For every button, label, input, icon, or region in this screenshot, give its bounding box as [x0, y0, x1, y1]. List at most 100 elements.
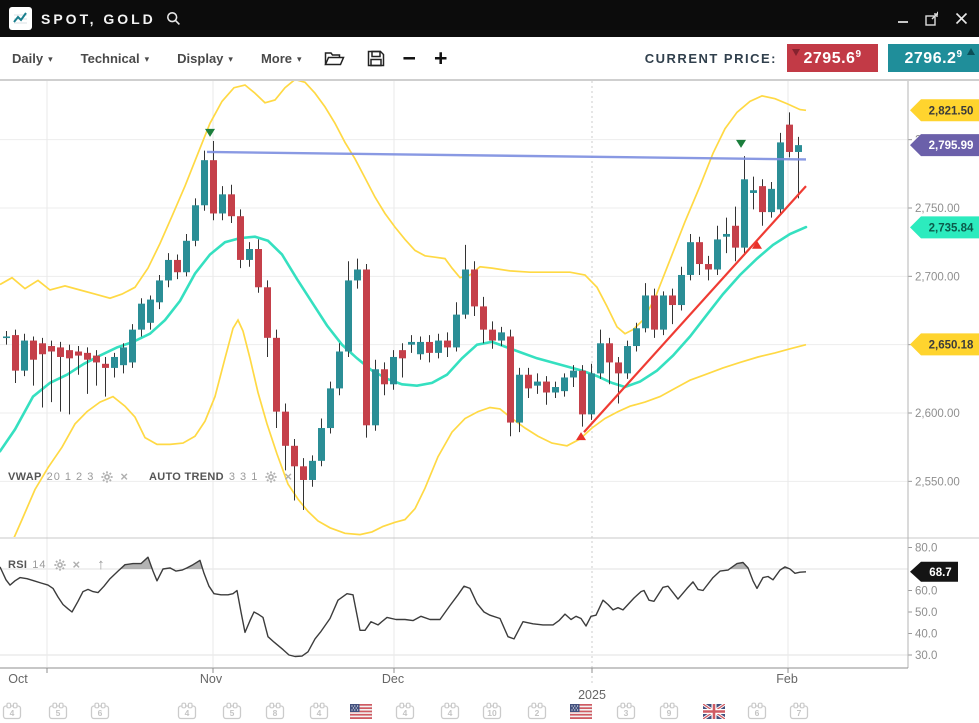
- open-folder-icon[interactable]: [324, 50, 345, 67]
- candle: [588, 373, 595, 414]
- calendar-event-icon[interactable]: 7: [788, 702, 810, 720]
- chevron-down-icon: ▾: [228, 52, 233, 65]
- candle: [543, 382, 550, 393]
- candle: [741, 179, 748, 247]
- remove-indicator-icon[interactable]: ×: [73, 558, 81, 571]
- move-pane-up-icon[interactable]: ↑: [97, 557, 105, 572]
- calendar-event-icon[interactable]: 4: [439, 702, 461, 720]
- svg-text:6: 6: [98, 708, 103, 718]
- zoom-out-button[interactable]: −: [403, 47, 416, 70]
- candle: [174, 260, 181, 272]
- candle: [552, 387, 559, 392]
- svg-text:4: 4: [403, 708, 408, 718]
- gear-icon[interactable]: [101, 471, 113, 483]
- candle: [57, 347, 64, 357]
- calendar-event-icon[interactable]: 4: [308, 702, 330, 720]
- more-dropdown[interactable]: More ▾: [261, 51, 302, 66]
- svg-text:3: 3: [624, 708, 629, 718]
- calendar-event-icon[interactable]: 8: [264, 702, 286, 720]
- svg-text:7: 7: [797, 708, 802, 718]
- chart-canvas[interactable]: 2,800.002,750.002,700.002,650.002,600.00…: [0, 0, 979, 723]
- candle: [651, 295, 658, 329]
- axis-value-badge: 2,821.50: [910, 99, 979, 121]
- calendar-event-icon[interactable]: 6: [746, 702, 768, 720]
- rsi-indicator-label: RSI 14 × ↑: [8, 557, 105, 572]
- candle: [390, 357, 397, 384]
- candle: [444, 341, 451, 348]
- window-controls: [895, 11, 969, 27]
- calendar-event-icon[interactable]: 10: [481, 702, 503, 720]
- candle: [273, 338, 280, 412]
- calendar-event-icon[interactable]: 4: [1, 702, 23, 720]
- candle: [732, 226, 739, 248]
- search-icon[interactable]: [166, 11, 181, 26]
- candle: [696, 242, 703, 264]
- calendar-event-icon[interactable]: 9: [658, 702, 680, 720]
- save-icon[interactable]: [367, 50, 385, 67]
- candle: [534, 382, 541, 386]
- svg-text:4: 4: [317, 708, 322, 718]
- price-down-arrow-icon: [792, 49, 800, 56]
- svg-text:5: 5: [56, 708, 61, 718]
- us-flag-event-icon[interactable]: [350, 704, 372, 722]
- chevron-down-icon: ▾: [48, 52, 53, 65]
- x-axis-month-label: Dec: [382, 672, 404, 686]
- candle: [3, 336, 10, 338]
- candle: [426, 342, 433, 353]
- candle: [579, 371, 586, 415]
- svg-text:4: 4: [10, 708, 15, 718]
- svg-text:8: 8: [273, 708, 278, 718]
- candle: [480, 306, 487, 329]
- candle: [237, 216, 244, 260]
- candle: [201, 160, 208, 205]
- technical-dropdown[interactable]: Technical ▾: [81, 51, 150, 66]
- candle: [363, 270, 370, 426]
- remove-indicator-icon[interactable]: ×: [120, 470, 128, 483]
- timeframe-dropdown[interactable]: Daily ▾: [12, 51, 53, 66]
- price-axis-label: 2,700.00: [915, 271, 960, 283]
- calendar-event-icon[interactable]: 2: [526, 702, 548, 720]
- x-axis-year-label: 2025: [578, 688, 606, 702]
- candle: [453, 315, 460, 348]
- minimize-button[interactable]: [895, 11, 911, 27]
- popout-button[interactable]: [924, 11, 940, 27]
- candle: [795, 145, 802, 152]
- candle: [120, 347, 127, 365]
- candle: [165, 260, 172, 281]
- axis-value-badge: 2,735.84: [910, 216, 979, 238]
- calendar-event-icon[interactable]: 5: [47, 702, 69, 720]
- calendar-event-icon[interactable]: 6: [89, 702, 111, 720]
- svg-text:2,821.50: 2,821.50: [929, 105, 974, 117]
- display-dropdown[interactable]: Display ▾: [177, 51, 233, 66]
- zoom-in-button[interactable]: +: [434, 47, 447, 70]
- candle: [210, 160, 217, 213]
- candle: [228, 194, 235, 216]
- candle: [75, 352, 82, 356]
- candle: [336, 352, 343, 389]
- calendar-event-icon[interactable]: 4: [176, 702, 198, 720]
- candle: [39, 343, 46, 354]
- calendar-event-icon[interactable]: 3: [615, 702, 637, 720]
- candle: [570, 371, 577, 378]
- svg-text:4: 4: [185, 708, 190, 718]
- rsi-axis-label: 80.0: [915, 543, 937, 555]
- gear-icon[interactable]: [265, 471, 277, 483]
- candle: [21, 341, 28, 371]
- candle: [102, 364, 109, 368]
- candle: [129, 330, 136, 363]
- candle: [408, 342, 415, 345]
- us-flag-event-icon[interactable]: [570, 704, 592, 722]
- candle: [687, 242, 694, 275]
- candle: [489, 330, 496, 341]
- remove-indicator-icon[interactable]: ×: [284, 470, 292, 483]
- svg-text:6: 6: [755, 708, 760, 718]
- candle: [759, 186, 766, 212]
- rsi-axis-label: 50.0: [915, 607, 937, 619]
- gear-icon[interactable]: [54, 559, 66, 571]
- candle: [66, 350, 73, 358]
- candle: [435, 341, 442, 353]
- gb-flag-event-icon[interactable]: [703, 704, 725, 722]
- close-icon[interactable]: [953, 11, 969, 27]
- calendar-event-icon[interactable]: 4: [394, 702, 416, 720]
- calendar-event-icon[interactable]: 5: [221, 702, 243, 720]
